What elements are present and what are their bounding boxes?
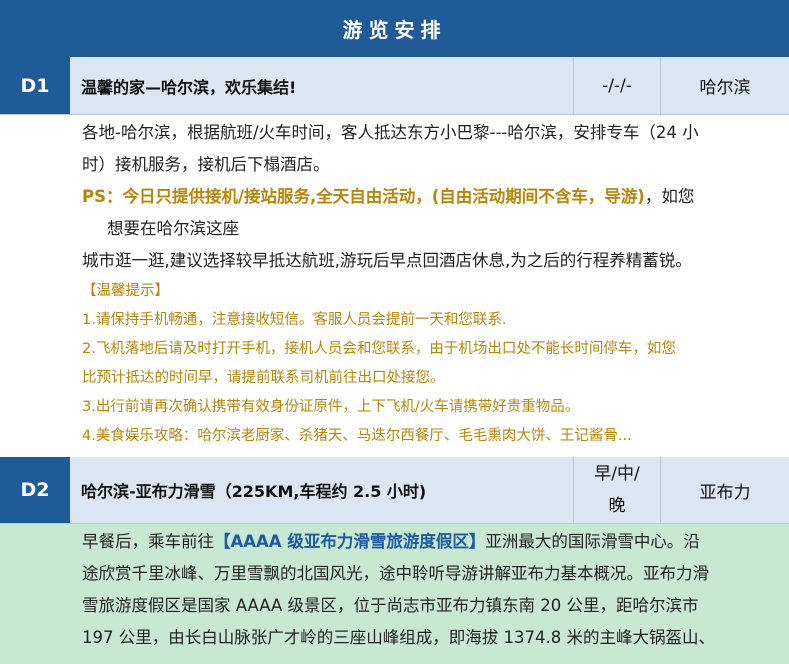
section-header: 游览安排 [0,0,789,57]
desc-line: 时）接机服务，接机后下榻酒店。 [82,155,330,174]
tip-line: 3.出行前请再次确认携带有效身份证原件，上下飞机/火车请携带好贵重物品。 [82,399,580,415]
tip-title: 【温馨提示】 [82,283,169,299]
desc-pre: 早餐后，乘车前往 [82,532,214,551]
day-label: D1 [0,57,70,114]
tip-line: 2.飞机落地后请及时打开手机，接机人员会和您联系，由于机场出口处不能长时间停车，… [82,341,676,357]
scenic-highlight: 【AAAA 级亚布力滑雪旅游度假区】 [214,532,486,551]
day-title: 哈尔滨-亚布力滑雪（225KM,车程约 2.5 小时) [70,457,574,523]
desc-line: 各地-哈尔滨，根据航班/火车时间，客人抵达东方小巴黎---哈尔滨，安排专车（24… [82,123,699,142]
desc-line: 城市逛一逛,建议选择较早抵达航班,游玩后早点回酒店休息,为之后的行程养精蓄锐。 [82,251,692,270]
day-title: 温馨的家—哈尔滨，欢乐集结! [70,57,574,114]
desc-line: 早餐后，乘车前往【AAAA 级亚布力滑雪旅游度假区】亚洲最大的国际滑雪中心。沿 [82,526,783,558]
day-description-d2: 早餐后，乘车前往【AAAA 级亚布力滑雪旅游度假区】亚洲最大的国际滑雪中心。沿 … [0,524,789,664]
meal-info: -/-/- [574,57,661,114]
ps-rest: ，如您 [644,187,695,206]
ps-note: PS：今日只提供接机/接站服务,全天自由活动，(自由活动期间不含车，导游)，如您 [82,181,783,213]
ps-highlight: PS：今日只提供接机/接站服务,全天自由活动，(自由活动期间不含车，导游) [82,187,645,206]
day-description-d1: 各地-哈尔滨，根据航班/火车时间，客人抵达东方小巴黎---哈尔滨，安排专车（24… [0,115,789,457]
meal-line: 早/中/ [594,464,640,484]
tip-line: 4.美食娱乐攻略：哈尔滨老厨家、杀猪天、马迭尔西餐厅、毛毛熏肉大饼、王记酱骨..… [82,428,632,444]
city-name: 哈尔滨 [699,78,751,98]
desc-line: 雪旅游度假区是国家 AAAA 级景区，位于尚志市亚布力镇东南 20 公里，距哈尔… [82,596,699,615]
day-label: D2 [0,457,70,523]
day-row-d2: D2 哈尔滨-亚布力滑雪（225KM,车程约 2.5 小时) 早/中/ 晚 亚布… [0,457,789,524]
meal-line: 晚 [608,496,626,516]
desc-post: 亚洲最大的国际滑雪中心。沿 [485,532,700,551]
desc-line: 197 公里，由长白山脉张广才岭的三座山峰组成，即海拔 1374.8 米的主峰大… [82,628,715,647]
ps-continuation: 想要在哈尔滨这座 [107,219,239,238]
day-row-d1: D1 温馨的家—哈尔滨，欢乐集结! -/-/- 哈尔滨 [0,57,789,115]
tip-line: 比预计抵达的时间早，请提前联系司机前往出口处接您。 [82,370,445,386]
city-name: 亚布力 [699,482,751,503]
section-title: 游览安排 [342,18,447,42]
desc-line: 途欣赏千里冰峰、万里雪飘的北国风光，途中聆听导游讲解亚布力基本概况。亚布力滑 [82,564,709,583]
meal-info: 早/中/ 晚 [574,457,661,523]
tip-line: 1.请保持手机畅通，注意接收短信。客服人员会提前一天和您联系. [82,312,507,328]
